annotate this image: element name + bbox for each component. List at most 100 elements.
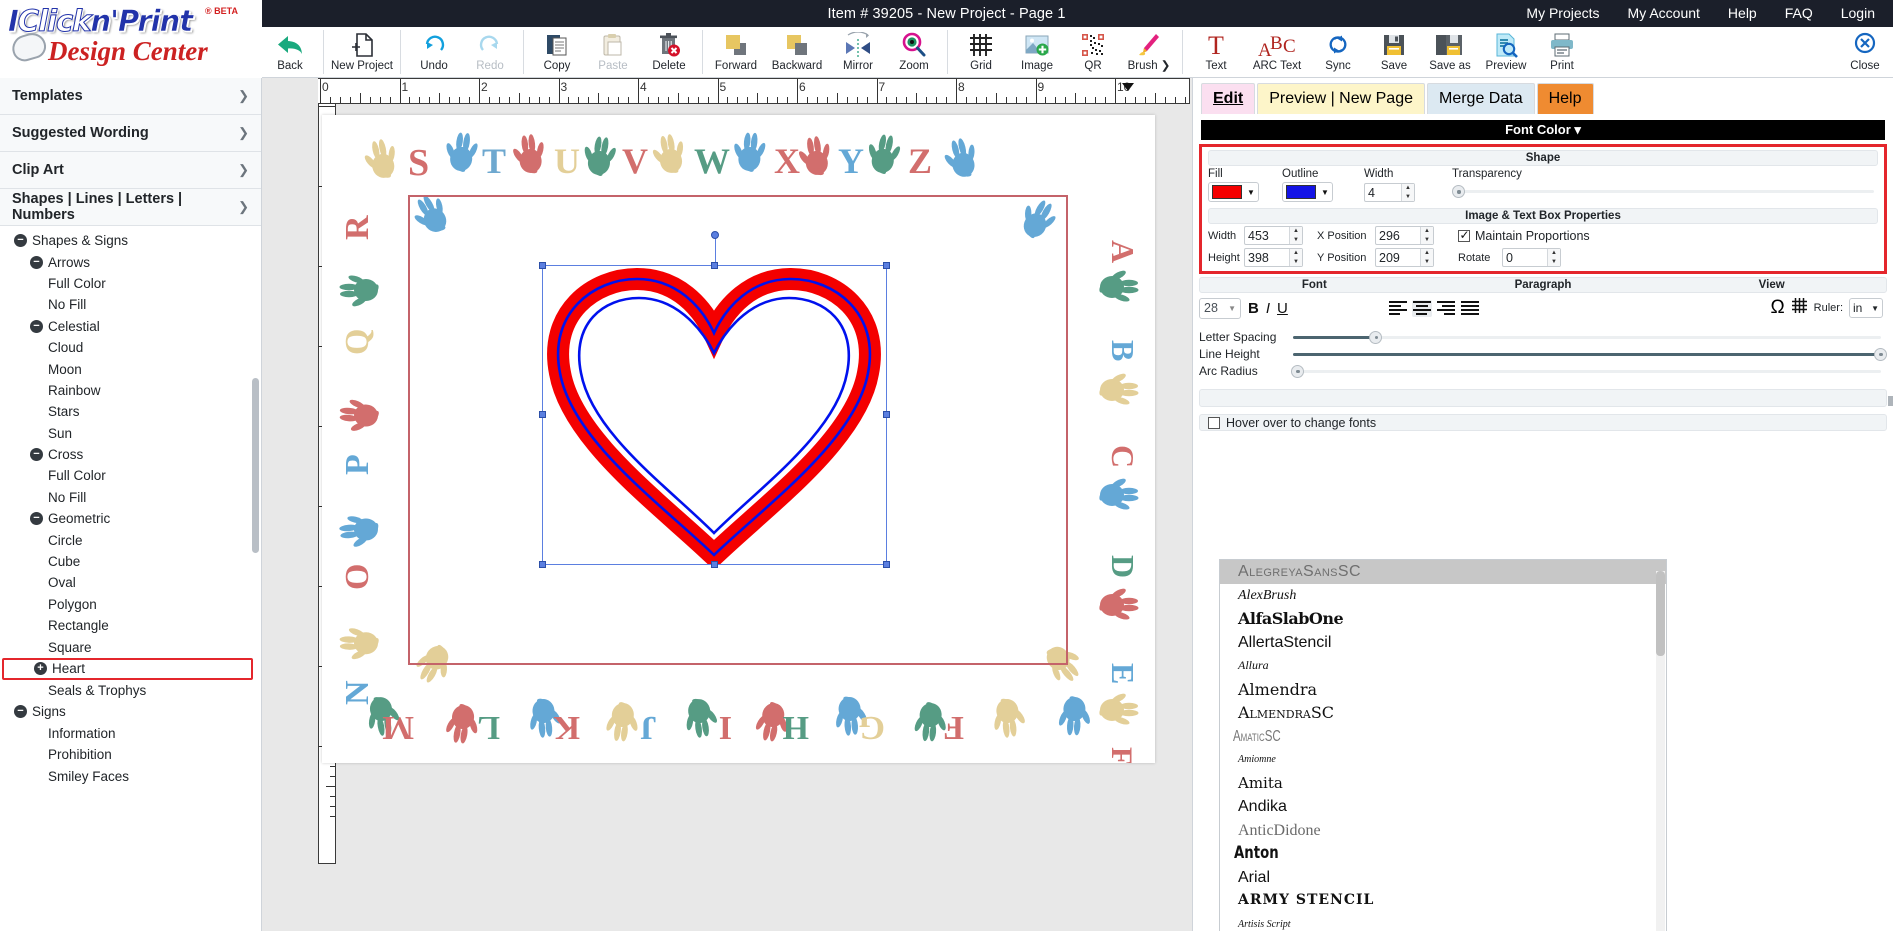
toolbar-sync-button[interactable]: Sync xyxy=(1310,27,1366,78)
underline-button[interactable]: U xyxy=(1277,300,1288,317)
tree-item-rainbow[interactable]: Rainbow xyxy=(0,380,261,401)
line-height-slider[interactable] xyxy=(1293,347,1887,361)
tree-item-seals-trophys[interactable]: Seals & Trophys xyxy=(0,680,261,701)
tree-item-full-color[interactable]: Full Color xyxy=(0,273,261,294)
font-list-item[interactable]: Arial xyxy=(1220,866,1666,890)
tree-item-square[interactable]: Square xyxy=(0,636,261,657)
collapse-toggle-icon[interactable]: − xyxy=(30,512,43,526)
toolbar-back-button[interactable]: Back xyxy=(262,27,318,78)
tree-item-circle[interactable]: Circle xyxy=(0,529,261,550)
align-justify-button[interactable] xyxy=(1460,300,1480,317)
toolbar-save-button[interactable]: Save xyxy=(1366,27,1422,78)
grid-icon[interactable] xyxy=(1791,297,1808,319)
y-position-stepper[interactable]: ▲▼ xyxy=(1375,248,1434,267)
slider-knob[interactable] xyxy=(1369,330,1383,344)
align-right-button[interactable] xyxy=(1436,300,1456,317)
toolbar-mirror-button[interactable]: Mirror xyxy=(830,27,886,78)
toolbar-zoom-button[interactable]: Zoom xyxy=(886,27,942,78)
toolbar-forward-button[interactable]: Forward xyxy=(708,27,764,78)
tab-merge-data[interactable]: Merge Data xyxy=(1427,83,1535,114)
stepper-up[interactable]: ▲ xyxy=(1421,249,1433,258)
nav-login[interactable]: Login xyxy=(1827,0,1889,27)
font-list-item[interactable]: AlexBrush xyxy=(1220,584,1666,608)
slider-knob[interactable] xyxy=(1452,185,1465,198)
slider-knob[interactable] xyxy=(1874,347,1887,361)
collapse-toggle-icon[interactable]: − xyxy=(30,448,43,462)
maintain-proportions-row[interactable]: Maintain Proportions xyxy=(1458,228,1590,243)
font-size-select[interactable]: 28 ▼ xyxy=(1199,297,1241,319)
tree-item-smiley-faces[interactable]: Smiley Faces xyxy=(0,765,261,786)
tree-item-arrows[interactable]: − Arrows xyxy=(0,251,261,272)
y-position-input[interactable] xyxy=(1376,249,1420,266)
outline-color-picker[interactable]: ▼ xyxy=(1282,182,1333,202)
collapse-toggle-icon[interactable]: − xyxy=(14,705,27,719)
tree-item-moon[interactable]: Moon xyxy=(0,358,261,379)
width-input[interactable] xyxy=(1245,227,1289,244)
font-list-item[interactable]: AlegreyaSansSC xyxy=(1220,560,1666,584)
collapse-toggle-icon[interactable]: − xyxy=(30,255,43,269)
toolbar-undo-button[interactable]: Undo xyxy=(406,27,462,78)
align-left-button[interactable] xyxy=(1388,300,1408,317)
resize-handle-sw[interactable] xyxy=(539,561,546,568)
toolbar-text-button[interactable]: T Text xyxy=(1188,27,1244,78)
height-stepper[interactable]: ▲▼ xyxy=(1244,248,1303,267)
rotate-handle[interactable] xyxy=(710,231,719,239)
align-center-button[interactable] xyxy=(1411,299,1432,317)
tree-item-shapes-signs[interactable]: − Shapes & Signs xyxy=(0,230,261,251)
bold-button[interactable]: B xyxy=(1248,300,1259,317)
stepper-up[interactable]: ▲ xyxy=(1290,227,1302,236)
tree-item-polygon[interactable]: Polygon xyxy=(0,594,261,615)
nav-faq[interactable]: FAQ xyxy=(1771,0,1827,27)
transparency-slider[interactable] xyxy=(1452,184,1874,198)
ruler-caret-icon[interactable] xyxy=(1122,83,1134,91)
resize-handle-e[interactable] xyxy=(883,411,890,418)
nav-my-account[interactable]: My Account xyxy=(1614,0,1714,27)
collapse-toggle-icon[interactable]: − xyxy=(14,234,27,248)
tree-item-sun[interactable]: Sun xyxy=(0,423,261,444)
sidebar-section-templates[interactable]: Templates ❯ xyxy=(0,78,261,115)
tree-item-stars[interactable]: Stars xyxy=(0,401,261,422)
collapse-toggle-icon[interactable]: − xyxy=(30,319,43,333)
stepper-arrows[interactable]: ▲ ▼ xyxy=(1547,249,1560,266)
hover-fonts-row[interactable]: Hover over to change fonts xyxy=(1199,414,1887,431)
tab-preview-new-page[interactable]: Preview | New Page xyxy=(1257,83,1425,114)
toolbar-paste-button[interactable]: Paste xyxy=(585,27,641,78)
font-list-item[interactable]: AlfaSlabOne xyxy=(1220,607,1666,631)
stepper-up[interactable]: ▲ xyxy=(1402,184,1414,193)
resize-handle-nw[interactable] xyxy=(539,262,546,269)
tree-item-cloud[interactable]: Cloud xyxy=(0,337,261,358)
font-list-item[interactable]: Artisis Script xyxy=(1220,913,1666,931)
tree-item-signs[interactable]: − Signs xyxy=(0,701,261,722)
resize-handle-ne[interactable] xyxy=(883,262,890,269)
horizontal-ruler[interactable]: 0 1 2 3 4 5 6 7 8 9 10 xyxy=(318,78,1190,104)
tree-item-no-fill[interactable]: No Fill xyxy=(0,294,261,315)
stepper-down[interactable]: ▼ xyxy=(1548,258,1560,267)
app-logo[interactable]: IClickn'Print ® BETA Design Center xyxy=(0,0,262,78)
stepper-down[interactable]: ▼ xyxy=(1290,236,1302,245)
tree-item-no-fill[interactable]: No Fill xyxy=(0,487,261,508)
rotate-stepper[interactable]: ▲▼ xyxy=(1502,248,1561,267)
rotate-input[interactable] xyxy=(1503,249,1547,266)
toolbar-new-project-button[interactable]: New Project xyxy=(329,27,395,78)
hover-fonts-checkbox[interactable] xyxy=(1208,416,1220,429)
sidebar-section-clip-art[interactable]: Clip Art ❯ xyxy=(0,152,261,189)
font-list-item[interactable]: Amiomne xyxy=(1220,748,1666,772)
tree-item-oval[interactable]: Oval xyxy=(0,572,261,593)
stepper-arrows[interactable]: ▲ ▼ xyxy=(1420,249,1433,266)
font-list-item[interactable]: Amita xyxy=(1220,772,1666,796)
toolbar-image-button[interactable]: Image xyxy=(1009,27,1065,78)
stepper-up[interactable]: ▲ xyxy=(1548,249,1560,258)
font-list-item[interactable]: Almendra xyxy=(1220,678,1666,702)
font-list-item[interactable]: Anton xyxy=(1220,842,1568,866)
toolbar-delete-button[interactable]: Delete xyxy=(641,27,697,78)
toolbar-backward-button[interactable]: Backward xyxy=(764,27,830,78)
nav-my-projects[interactable]: My Projects xyxy=(1512,0,1613,27)
italic-button[interactable]: I xyxy=(1266,300,1270,317)
tree-item-full-color[interactable]: Full Color xyxy=(0,465,261,486)
toolbar-brush-button[interactable]: Brush ❯ xyxy=(1121,27,1177,78)
sidebar-section-suggested-wording[interactable]: Suggested Wording ❯ xyxy=(0,115,261,152)
sidebar-section-shapes-lines-letters-numbers[interactable]: Shapes | Lines | Letters | Numbers ❯ xyxy=(0,189,261,226)
expand-toggle-icon[interactable]: + xyxy=(34,662,47,676)
maintain-proportions-checkbox[interactable] xyxy=(1458,228,1470,242)
tree-item-prohibition[interactable]: Prohibition xyxy=(0,744,261,765)
